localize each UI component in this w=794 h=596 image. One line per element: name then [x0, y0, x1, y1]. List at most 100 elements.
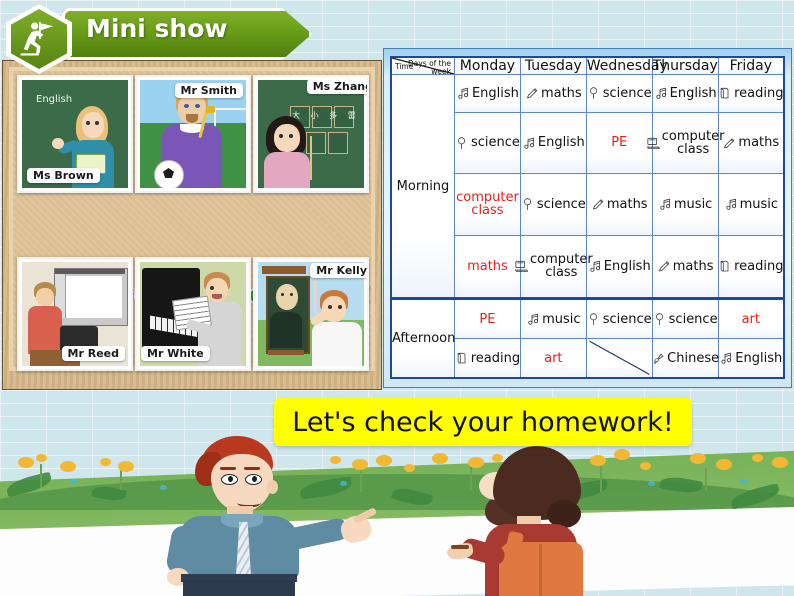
timetable-cell-morning-1-tuesday[interactable]: maths	[519, 74, 587, 113]
flower	[772, 457, 788, 468]
timetable-cell-morning-1-monday[interactable]: English	[454, 74, 521, 113]
timetable-cell-afternoon-2-monday[interactable]: reading	[454, 338, 521, 379]
timetable-cell-morning-3-friday[interactable]: music	[717, 173, 785, 236]
flower	[432, 453, 448, 464]
subject-label: PE	[611, 135, 628, 151]
pencil-icon	[591, 196, 606, 212]
timetable-cell-morning-4-wednesday[interactable]: English	[585, 234, 653, 300]
pointer-stick	[310, 136, 312, 180]
photo-mr-reed[interactable]: Mr Reed	[17, 257, 133, 371]
flower-stem	[40, 464, 42, 488]
day-header-wednesday: Wednesday	[585, 56, 668, 75]
timetable-cell-afternoon-1-tuesday[interactable]: music	[519, 297, 587, 340]
timetable-cell-morning-4-monday[interactable]: maths	[454, 234, 521, 300]
nametag-mr-smith: Mr Smith	[174, 83, 243, 98]
timetable-cell-afternoon-1-friday[interactable]: art	[717, 297, 785, 340]
timetable-cell-morning-2-monday[interactable]: science	[454, 111, 521, 175]
mona-lisa-body	[270, 312, 302, 348]
subject-label: reading	[734, 85, 784, 101]
subject-label: computer class	[661, 128, 725, 158]
magnifier-icon	[521, 196, 536, 212]
kelly-eye	[338, 305, 342, 309]
pencil-icon	[525, 85, 540, 101]
cell-content: maths	[719, 135, 783, 151]
cell-content: Chinese	[653, 350, 719, 366]
blue-accent	[70, 479, 77, 484]
timetable-cell-morning-1-wednesday[interactable]: science	[585, 74, 653, 113]
cell-content: PE	[455, 312, 520, 326]
timetable-cell-morning-2-tuesday[interactable]: English	[519, 111, 587, 175]
mini-show-title: Mini show	[86, 14, 228, 43]
teacher-eye	[86, 121, 90, 125]
time-label: Time	[395, 62, 414, 71]
nametag-mr-kelly: Mr Kelly	[310, 263, 367, 278]
cell-content: reading	[455, 350, 520, 366]
subject-label: reading	[734, 258, 784, 274]
music-note-icon	[526, 311, 541, 327]
easel-leg	[268, 350, 304, 355]
subject-label: maths	[672, 258, 714, 274]
timetable-cell-morning-3-tuesday[interactable]: science	[519, 173, 587, 236]
flower	[716, 459, 732, 470]
subject-label: science	[470, 135, 520, 151]
timetable-cell-afternoon-1-thursday[interactable]: science	[651, 297, 719, 340]
timetable-cell-afternoon-2-friday[interactable]: English	[717, 338, 785, 379]
subject-label: English	[471, 85, 519, 101]
cell-content: science	[587, 311, 652, 327]
subject-label: reading	[470, 350, 521, 366]
timetable-cell-afternoon-1-wednesday[interactable]: science	[585, 297, 653, 340]
subject-label: science	[602, 85, 652, 101]
homework-caption-banner: Let's check your homework!	[274, 398, 692, 446]
timetable-cell-morning-2-wednesday[interactable]: PE	[585, 111, 653, 175]
pencil-icon	[722, 135, 737, 151]
timetable: Days of the week Time Monday Tuesday Wed…	[390, 56, 785, 379]
day-header-friday: Friday	[717, 56, 785, 75]
timetable-cell-afternoon-1-monday[interactable]: PE	[454, 297, 521, 340]
cell-content: English	[455, 85, 520, 101]
timetable-cell-morning-4-thursday[interactable]: maths	[651, 234, 719, 300]
teacher-eye	[95, 121, 99, 125]
subject-label: maths	[606, 196, 648, 212]
table-row: Afternoon PE music science science art	[390, 297, 785, 379]
photo-ms-brown[interactable]: English Ms Brown	[17, 75, 133, 193]
timetable-cell-morning-3-wednesday[interactable]: maths	[585, 173, 653, 236]
photo-mr-smith[interactable]: Mr Smith	[135, 75, 251, 193]
cell-content: reading	[719, 85, 783, 101]
cell-content: English	[719, 350, 783, 366]
period-label-morning: Morning	[390, 73, 455, 300]
cell-content: music	[521, 311, 586, 327]
timetable-cell-morning-4-tuesday[interactable]: computer class	[514, 234, 593, 300]
timetable-cell-afternoon-2-thursday[interactable]: Chinese	[651, 338, 719, 379]
subject-label: computer class	[456, 190, 519, 219]
book-icon	[455, 350, 470, 366]
cell-content: maths	[587, 196, 652, 212]
pe-teacher-eye	[184, 104, 189, 108]
cell-content: English	[587, 258, 652, 274]
flower	[18, 457, 34, 468]
timetable-cell-afternoon-2-tuesday[interactable]: art	[519, 338, 587, 379]
photo-ms-zhang[interactable]: 大 小 多 雷 南 Ms Zhang	[253, 75, 369, 193]
photo-mr-kelly[interactable]: Mr Kelly	[253, 257, 369, 371]
cell-content: maths	[455, 258, 520, 274]
timetable-cell-morning-2-friday[interactable]: maths	[717, 111, 785, 175]
subject-label: maths	[467, 258, 508, 274]
nametag-ms-zhang: Ms Zhang	[306, 79, 367, 94]
zhang-eye	[279, 134, 283, 138]
timetable-cell-afternoon-2-wednesday[interactable]	[585, 338, 653, 379]
magnifier-icon	[587, 85, 602, 101]
man-pupil	[252, 476, 257, 482]
timetable-cell-morning-3-thursday[interactable]: music	[651, 173, 719, 236]
cell-content: art	[521, 351, 586, 365]
timetable-cell-morning-4-friday[interactable]: reading	[717, 234, 785, 300]
timetable-cell-morning-2-thursday[interactable]: computer class	[646, 111, 724, 175]
cell-content: reading	[719, 258, 783, 274]
subject-label: science	[536, 196, 586, 212]
photo-mr-white[interactable]: Mr White	[135, 257, 251, 371]
flower	[640, 462, 651, 470]
timetable-cell-morning-3-monday[interactable]: computer class	[454, 173, 521, 236]
whistle-icon	[206, 106, 215, 113]
subject-label: music	[673, 196, 713, 212]
screen-titlebar	[55, 269, 125, 274]
timetable-cell-morning-1-friday[interactable]: reading	[717, 74, 785, 113]
timetable-cell-morning-1-thursday[interactable]: English	[651, 74, 719, 113]
